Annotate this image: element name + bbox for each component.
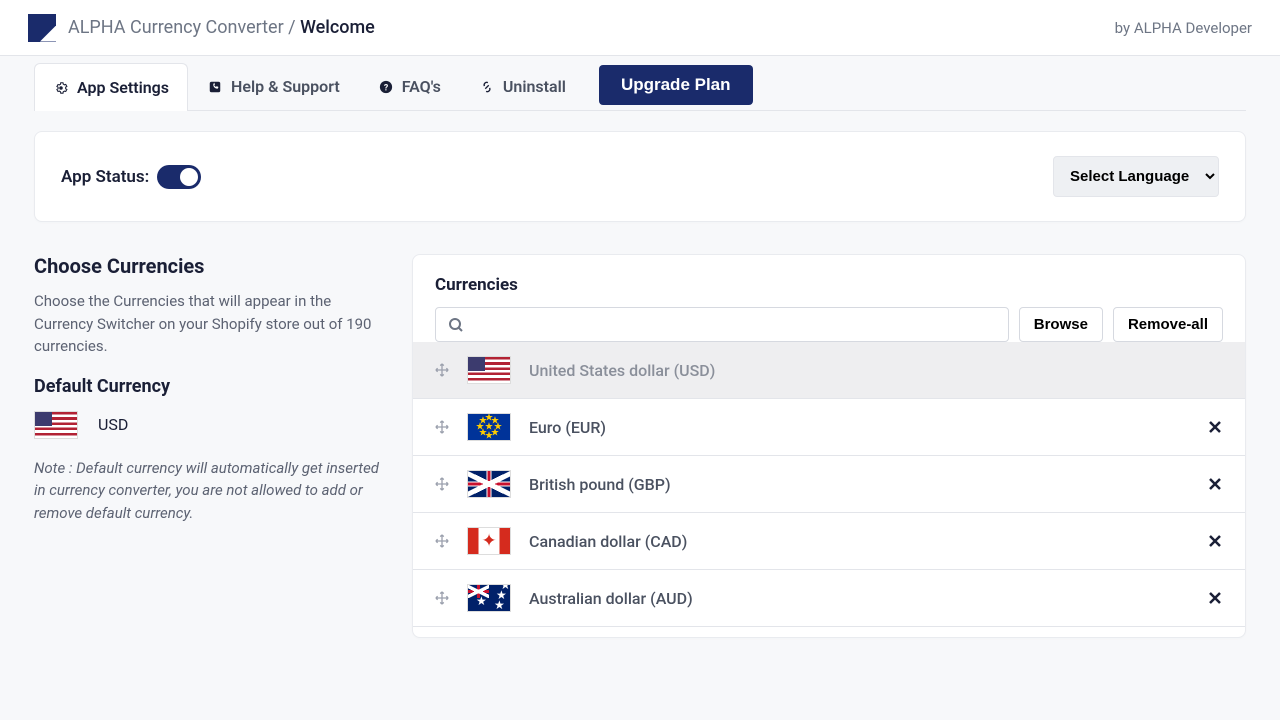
currency-row[interactable]: Euro (EUR)	[413, 399, 1245, 456]
remove-all-button[interactable]: Remove-all	[1113, 307, 1223, 342]
remove-currency-button[interactable]	[1207, 476, 1223, 492]
currency-label: British pound (GBP)	[529, 475, 1189, 494]
drag-handle-icon[interactable]	[435, 591, 449, 605]
flag-us-icon	[467, 356, 511, 384]
drag-handle-icon[interactable]	[435, 534, 449, 548]
search-row: Browse Remove-all	[413, 307, 1245, 342]
currency-label: United States dollar (USD)	[529, 361, 1223, 380]
remove-currency-button[interactable]	[1207, 533, 1223, 549]
currency-row[interactable]: British pound (GBP)	[413, 456, 1245, 513]
tab-faq[interactable]: ? FAQ's	[359, 62, 460, 110]
currency-label: Canadian dollar (CAD)	[529, 532, 1189, 551]
currencies-heading: Currencies	[413, 275, 1245, 307]
app-name[interactable]: ALPHA Currency Converter	[68, 17, 284, 38]
default-currency-row: USD	[34, 411, 384, 439]
drag-handle-icon[interactable]	[435, 363, 449, 377]
drag-handle-icon[interactable]	[435, 477, 449, 491]
byline[interactable]: by ALPHA Developer	[1115, 19, 1252, 37]
status-label: App Status:	[61, 167, 149, 187]
breadcrumb-container: ALPHA Currency Converter / Welcome	[28, 14, 375, 42]
tab-label: App Settings	[77, 78, 169, 97]
search-box[interactable]	[435, 307, 1009, 342]
left-column: Choose Currencies Choose the Currencies …	[34, 254, 384, 542]
currency-label: Australian dollar (AUD)	[529, 589, 1189, 608]
tab-help-support[interactable]: Help & Support	[188, 62, 359, 110]
status-toggle[interactable]	[157, 165, 201, 189]
remove-currency-button[interactable]	[1207, 590, 1223, 606]
current-page: Welcome	[300, 17, 375, 38]
search-icon	[448, 317, 464, 333]
flag-ca-icon	[467, 527, 511, 555]
breadcrumb: ALPHA Currency Converter / Welcome	[68, 17, 375, 38]
phone-icon	[207, 79, 223, 95]
unlink-icon	[479, 79, 495, 95]
status-left: App Status:	[61, 165, 201, 189]
default-currency-code: USD	[98, 415, 128, 434]
flag-eu-icon	[467, 413, 511, 441]
browse-button[interactable]: Browse	[1019, 307, 1103, 342]
currency-list: United States dollar (USD) Euro (EUR) Brit…	[413, 342, 1245, 627]
tab-label: Uninstall	[503, 77, 566, 96]
svg-text:?: ?	[384, 83, 389, 93]
drag-handle-icon[interactable]	[435, 420, 449, 434]
app-logo	[28, 14, 56, 42]
currency-row[interactable]: Canadian dollar (CAD)	[413, 513, 1245, 570]
currency-search-input[interactable]	[472, 316, 996, 333]
tab-uninstall[interactable]: Uninstall	[460, 62, 585, 110]
tab-label: Help & Support	[231, 77, 340, 96]
top-bar: ALPHA Currency Converter / Welcome by AL…	[0, 0, 1280, 56]
currency-row[interactable]: Australian dollar (AUD)	[413, 570, 1245, 627]
language-select[interactable]: Select Language	[1053, 156, 1219, 197]
upgrade-plan-button[interactable]: Upgrade Plan	[599, 65, 753, 105]
tab-bar: App Settings Help & Support ? FAQ's Unin…	[34, 62, 1246, 111]
default-currency-heading: Default Currency	[34, 376, 384, 397]
currencies-panel: Currencies Browse Remove-all United Stat…	[412, 254, 1246, 638]
question-icon: ?	[378, 79, 394, 95]
currency-row[interactable]: United States dollar (USD)	[413, 342, 1245, 399]
tab-label: FAQ's	[402, 77, 441, 96]
status-card: App Status: Select Language	[34, 131, 1246, 222]
currency-label: Euro (EUR)	[529, 418, 1189, 437]
flag-gb-icon	[467, 470, 511, 498]
flag-au-icon	[467, 584, 511, 612]
choose-currencies-desc: Choose the Currencies that will appear i…	[34, 290, 384, 358]
default-currency-note: Note : Default currency will automatical…	[34, 457, 384, 525]
breadcrumb-separator: /	[288, 17, 295, 38]
remove-currency-button[interactable]	[1207, 419, 1223, 435]
flag-us-icon	[34, 411, 78, 439]
tab-app-settings[interactable]: App Settings	[34, 63, 188, 111]
gear-icon	[53, 80, 69, 96]
choose-currencies-heading: Choose Currencies	[34, 254, 384, 278]
